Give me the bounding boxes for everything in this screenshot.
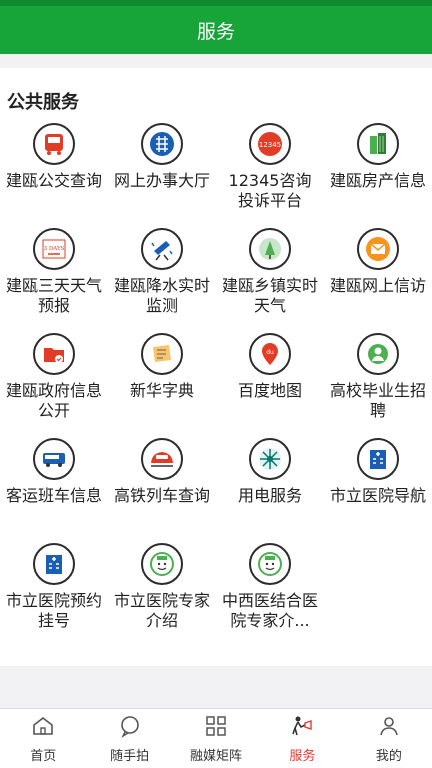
folder-icon [33,333,75,375]
service-item-label: 百度地图 [237,381,302,400]
home-icon [31,714,55,742]
service-item-label: 客运班车信息 [6,486,103,505]
top-gap [0,54,432,68]
service-grid: 建瓯公交查询 网上办事大厅 12345 12345咨询投诉平台 建瓯房产信息 3 DAYS… [0,118,432,643]
hospital-icon [357,438,399,480]
service-item-label: 新华字典 [129,381,194,400]
tab-label: 服务 [289,748,316,764]
service-item-label: 建瓯政府信息公开 [6,381,103,420]
weather-3days-icon: 3 DAYS [33,228,75,270]
service-item[interactable]: 新华字典 [108,328,216,433]
tab-home[interactable]: 首页 [0,709,86,768]
service-item[interactable]: 市立医院专家介绍 [108,538,216,643]
mail-icon [357,228,399,270]
service-item[interactable]: 建瓯公交查询 [0,118,108,223]
hotline-12345-icon: 12345 [249,123,291,165]
service-item-label: 市立医院专家介绍 [114,591,211,630]
tab-label: 融媒矩阵 [190,748,243,764]
service-item[interactable]: 市立医院导航 [324,433,432,538]
map-pin-icon: du [249,333,291,375]
service-item-label: 建瓯公交查询 [6,171,103,190]
service-item-label: 建瓯网上信访 [330,276,427,295]
service-item[interactable]: 高铁列车查询 [108,433,216,538]
service-item-label: 建瓯房产信息 [330,171,427,190]
doctor-icon [249,543,291,585]
power-icon [249,438,291,480]
rain-monitor-icon [141,228,183,270]
tab-grid[interactable]: 融媒矩阵 [173,709,259,768]
hospital-icon [33,543,75,585]
public-services-panel: 公共服务 建瓯公交查询 网上办事大厅 12345 12345咨询投诉平台 建瓯房产信息 3… [0,68,432,666]
service-item[interactable]: 12345 12345咨询投诉平台 [216,118,324,223]
service-item-label: 市立医院导航 [330,486,427,505]
bottom-tabbar: 首页 随手拍 融媒矩阵 服务 我的 [0,708,432,768]
tab-user[interactable]: 我的 [346,709,432,768]
section-title: 公共服务 [7,92,79,113]
tab-chat-bubble[interactable]: 随手拍 [86,709,172,768]
service-item[interactable]: 客运班车信息 [0,433,108,538]
service-icon [290,714,314,742]
service-item[interactable]: du 百度地图 [216,328,324,433]
user-icon [377,714,401,742]
svg-text:12345: 12345 [259,141,281,149]
service-item-label: 网上办事大厅 [114,171,211,190]
office-hall-icon [141,123,183,165]
grid-icon [204,714,228,742]
service-item[interactable]: 3 DAYS 建瓯三天天气预报 [0,223,108,328]
tab-label: 随手拍 [110,748,150,764]
service-item[interactable]: 市立医院预约挂号 [0,538,108,643]
town-weather-icon [249,228,291,270]
tab-label: 我的 [375,748,402,764]
service-item[interactable]: 建瓯乡镇实时天气 [216,223,324,328]
service-item[interactable]: 用电服务 [216,433,324,538]
service-item[interactable]: 网上办事大厅 [108,118,216,223]
chat-bubble-icon [118,714,142,742]
service-item-label: 用电服务 [237,486,302,505]
service-item-label: 高校毕业生招聘 [330,381,427,420]
service-item-label: 高铁列车查询 [114,486,211,505]
building-icon [357,123,399,165]
recruitment-icon [357,333,399,375]
service-item[interactable]: 中西医结合医院专家介... [216,538,324,643]
svg-text:du: du [266,349,274,356]
service-item[interactable]: 建瓯房产信息 [324,118,432,223]
title-bar: 服务 [0,6,432,54]
train-icon [141,438,183,480]
svg-text:3 DAYS: 3 DAYS [44,246,65,252]
service-item-label: 建瓯三天天气预报 [6,276,103,315]
tab-label: 首页 [30,748,57,764]
service-item-label: 12345咨询投诉平台 [228,171,312,210]
service-item-label: 建瓯乡镇实时天气 [222,276,319,315]
page-title: 服务 [196,20,235,43]
service-item[interactable]: 建瓯政府信息公开 [0,328,108,433]
tab-service[interactable]: 服务 [259,709,345,768]
service-item[interactable]: 建瓯网上信访 [324,223,432,328]
service-item[interactable]: 建瓯降水实时监测 [108,223,216,328]
service-item-label: 市立医院预约挂号 [6,591,103,630]
doctor-icon [141,543,183,585]
service-item-label: 建瓯降水实时监测 [114,276,211,315]
bus-icon [33,123,75,165]
service-item[interactable]: 高校毕业生招聘 [324,328,432,433]
dictionary-icon [141,333,183,375]
service-item-label: 中西医结合医院专家介... [222,591,319,630]
coach-icon [33,438,75,480]
